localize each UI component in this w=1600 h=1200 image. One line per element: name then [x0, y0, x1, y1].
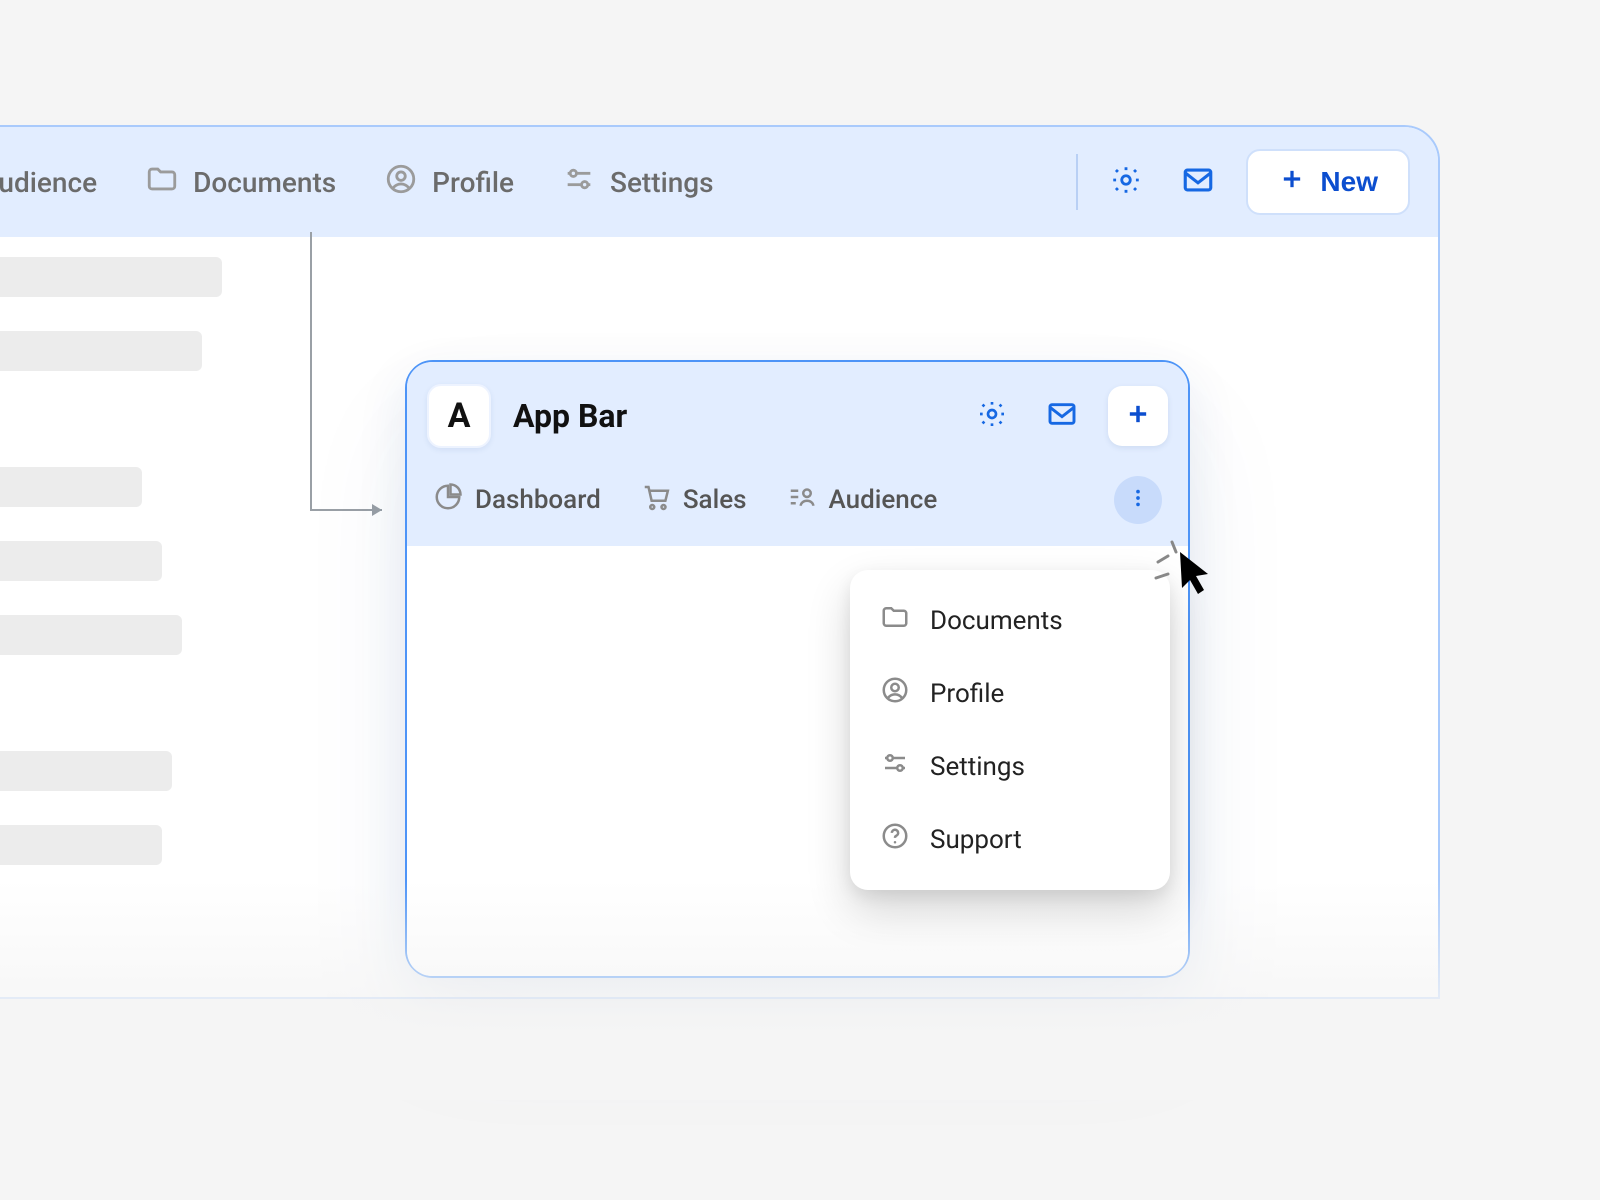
tab-audience[interactable]: Audience — [787, 482, 938, 519]
skeleton-line — [0, 257, 222, 297]
menu-item-label: Support — [930, 825, 1022, 855]
skeleton-line — [0, 751, 172, 791]
skeleton-line — [0, 825, 162, 865]
folder-icon — [145, 162, 179, 203]
app-logo: A — [427, 384, 491, 448]
app-logo-letter: A — [448, 396, 471, 436]
sliders-icon — [562, 162, 596, 203]
help-circle-icon — [880, 821, 910, 858]
compact-new-button[interactable] — [1108, 386, 1168, 446]
menu-item-profile[interactable]: Profile — [850, 657, 1170, 730]
users-list-icon — [787, 482, 817, 519]
gear-icon — [1109, 163, 1143, 201]
nav-documents[interactable]: Documents — [145, 162, 336, 203]
desktop-appbar: Audience Documents Profile Settings — [0, 127, 1438, 237]
skeleton-list — [0, 257, 222, 865]
cart-icon — [641, 482, 671, 519]
overflow-button[interactable] — [1114, 476, 1162, 524]
sliders-icon — [880, 748, 910, 785]
menu-item-settings[interactable]: Settings — [850, 730, 1170, 803]
pie-chart-icon — [433, 482, 463, 519]
menu-item-label: Documents — [930, 606, 1063, 636]
tab-sales-label: Sales — [683, 485, 747, 515]
tab-sales[interactable]: Sales — [641, 482, 747, 519]
new-button[interactable]: New — [1246, 149, 1410, 215]
nav-audience-label: Audience — [0, 166, 97, 199]
user-circle-icon — [384, 162, 418, 203]
dots-vertical-icon — [1127, 487, 1149, 513]
compact-settings-button[interactable] — [968, 392, 1016, 440]
tab-dashboard[interactable]: Dashboard — [433, 482, 601, 519]
new-button-label: New — [1320, 166, 1378, 198]
app-title: App Bar — [513, 397, 627, 435]
tab-audience-label: Audience — [829, 485, 938, 515]
nav-settings-label: Settings — [610, 166, 714, 199]
skeleton-line — [0, 467, 142, 507]
appbar-divider — [1076, 154, 1078, 210]
skeleton-line — [0, 615, 182, 655]
compact-appbar: A App Bar — [407, 362, 1188, 546]
plus-icon — [1124, 400, 1152, 432]
plus-icon — [1278, 165, 1306, 200]
menu-item-label: Settings — [930, 752, 1025, 782]
menu-item-documents[interactable]: Documents — [850, 584, 1170, 657]
nav-settings[interactable]: Settings — [562, 162, 714, 203]
nav-documents-label: Documents — [193, 166, 336, 199]
settings-button[interactable] — [1102, 158, 1150, 206]
nav-profile[interactable]: Profile — [384, 162, 514, 203]
nav-profile-label: Profile — [432, 166, 514, 199]
menu-item-label: Profile — [930, 679, 1004, 709]
user-circle-icon — [880, 675, 910, 712]
overflow-menu: Documents Profile Settings Support — [850, 570, 1170, 890]
desktop-nav: Audience Documents Profile Settings — [0, 162, 714, 203]
folder-icon — [880, 602, 910, 639]
nav-audience[interactable]: Audience — [0, 166, 97, 199]
skeleton-line — [0, 331, 202, 371]
compact-tabs: Dashboard Sales Audience — [427, 448, 1168, 546]
compact-mail-button[interactable] — [1038, 392, 1086, 440]
gear-icon — [976, 398, 1008, 434]
mail-icon — [1181, 163, 1215, 201]
mail-button[interactable] — [1174, 158, 1222, 206]
menu-item-support[interactable]: Support — [850, 803, 1170, 876]
tab-dashboard-label: Dashboard — [475, 485, 601, 515]
mail-icon — [1046, 398, 1078, 434]
skeleton-line — [0, 541, 162, 581]
